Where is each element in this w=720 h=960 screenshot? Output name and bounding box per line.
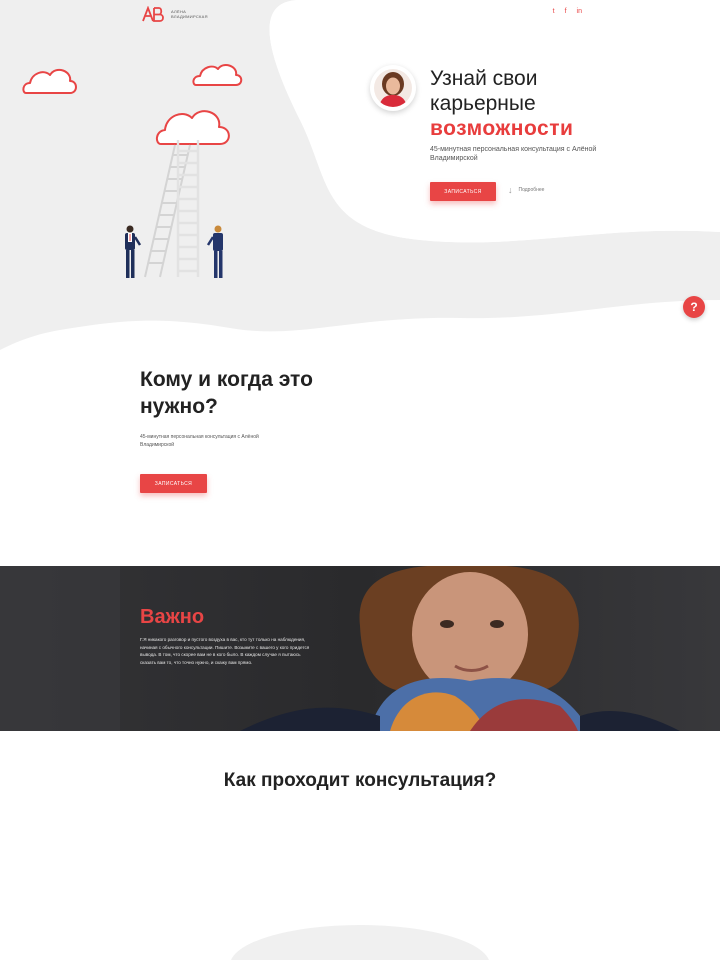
logo-line2: Владимирская [171,14,208,19]
help-button[interactable]: ? [683,296,705,318]
hero-title-line1: Узнай свои [430,67,538,90]
important-text: Г.Я никакого разговор и пустого воздуха … [140,637,310,665]
arrow-down-icon: ↓ [508,185,513,195]
linkedin-icon[interactable]: in [577,8,582,16]
avatar-photo [374,69,412,107]
who-subtitle: 45-минутная персональная консультация с … [140,434,259,448]
businessman-icon [125,225,142,278]
hero-subtitle: 45-минутная персональная консультация с … [430,146,597,162]
logo-mark-icon [142,6,164,22]
more-link-label: Подробнее [518,187,545,193]
hero-title-accent: возможности [430,117,574,140]
cloud-icon [155,110,230,145]
portrait-photo [0,566,720,731]
signup-button-2[interactable]: Записаться [140,474,207,493]
more-link[interactable]: ↓ Подробнее [508,185,544,195]
ladder-icon [176,140,200,277]
career-ladder-illustration [22,64,243,278]
who-title: Кому и когда это нужно? [140,368,313,418]
hero-title: Узнай свои карьерные возможности [430,66,573,141]
facebook-icon[interactable]: f [565,8,567,16]
social-links: t f in [553,8,582,16]
signup-button[interactable]: Записаться [430,182,496,201]
important-section [0,566,720,731]
cloud-icon [192,64,243,86]
cloud-icon [22,68,77,94]
twitter-icon[interactable]: t [553,8,555,16]
businesswoman-icon [206,225,223,278]
logo[interactable]: Алёна Владимирская [142,6,208,22]
page: Алёна Владимирская t f in [0,0,720,960]
logo-text: Алёна Владимирская [171,9,208,19]
avatar [370,65,416,111]
bottom-decoration [230,925,490,960]
hero-title-line2: карьерные [430,92,536,115]
how-title: Как проходит консультация? [223,770,497,791]
important-title: Важно [140,606,205,628]
